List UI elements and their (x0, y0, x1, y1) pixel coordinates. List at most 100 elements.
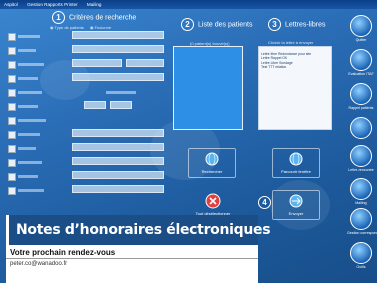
panel3-title-text: Lettres-libres (285, 21, 326, 29)
criteria-input[interactable] (72, 143, 164, 151)
document-icon (350, 117, 372, 139)
criteria-checkbox[interactable] (8, 33, 16, 41)
criteria-row (6, 100, 168, 114)
criteria-label (18, 35, 40, 38)
panel2-title-text: Liste des patients (198, 21, 253, 29)
browse-button[interactable]: Parcourir fenêtre (272, 148, 320, 178)
list-item[interactable] (177, 67, 239, 71)
criteria-checkbox[interactable] (8, 159, 16, 167)
criteria-input[interactable] (110, 101, 132, 109)
criteria-label (18, 77, 38, 80)
criteria-row (6, 170, 168, 184)
letter-item[interactable]: Test TTT relation (261, 65, 329, 69)
sidebar-item-correspondants[interactable]: Gestion correspondants (347, 208, 377, 235)
criteria-input[interactable] (72, 157, 164, 165)
send-button-label: Envoyer (288, 211, 304, 216)
appointment-title: Votre prochain rendez-vous (10, 248, 116, 257)
sidebar-label: Outils (356, 265, 366, 269)
sidebar-item-mailing[interactable]: Mailing (347, 178, 375, 205)
sidebar-label: Gestion correspondants (347, 231, 377, 235)
panel2-title: 2 Liste des patients (181, 18, 252, 31)
sidebar-item-quitter[interactable]: Quitter (347, 15, 375, 42)
criteria-row (6, 44, 168, 58)
criteria-label (18, 91, 42, 94)
sidebar-label: Rappel patients (348, 106, 374, 110)
deselect-icon[interactable] (205, 193, 221, 209)
menu-item-aspitol[interactable]: Aspitol (4, 2, 18, 7)
criteria-label (18, 49, 36, 52)
criteria-checkbox[interactable] (8, 103, 16, 111)
criteria-input[interactable] (126, 59, 164, 67)
divider (6, 258, 258, 259)
step-number: 3 (268, 18, 281, 31)
criteria-input[interactable] (72, 171, 164, 179)
evaluation-icon (350, 49, 372, 71)
criteria-input[interactable] (72, 185, 164, 193)
step-number: 4 (258, 196, 271, 209)
tools-icon (350, 242, 372, 264)
letter-list[interactable]: Lettre libre Redondance pour site Lettre… (258, 46, 332, 130)
appointment-box: Votre prochain rendez-vous peter.co@wana… (6, 245, 258, 283)
sidebar-label: Lettre-rencontre (348, 168, 374, 172)
step-number: 2 (181, 18, 194, 31)
criteria-checkbox[interactable] (8, 131, 16, 139)
criteria-checkbox[interactable] (8, 47, 16, 55)
criteria-row (6, 156, 168, 170)
send-button[interactable]: Envoyer (272, 190, 320, 220)
browse-button-label: Parcourir fenêtre (281, 169, 311, 174)
banner-text: Notes d’honoraires électroniques (16, 222, 271, 238)
criteria-checkbox[interactable] (8, 173, 16, 181)
sidebar-item-lettre[interactable]: Lettre-rencontre (347, 145, 375, 172)
sidebar-label: Quitter (355, 38, 367, 42)
menu-item-gestion[interactable]: Gestion Rapports Printer (27, 2, 78, 7)
patient-list[interactable] (173, 46, 243, 130)
application-window: Aspitol Gestion Rapports Printer Mailing… (0, 0, 377, 283)
sidebar-label: Mailing (355, 201, 367, 205)
appointment-email[interactable]: peter.co@wanadoo.fr (10, 261, 67, 267)
criteria-label (18, 119, 46, 122)
criteria-row (6, 86, 168, 100)
criteria-row (6, 58, 168, 72)
recall-icon (350, 83, 372, 105)
criteria-label (18, 133, 40, 136)
criteria-label (18, 105, 38, 108)
search-button-label: Rechercher (201, 169, 223, 174)
criteria-input[interactable] (72, 45, 164, 53)
criteria-checkbox[interactable] (8, 145, 16, 153)
sidebar-item-blank[interactable] (347, 117, 375, 140)
criteria-checkbox[interactable] (8, 61, 16, 69)
criteria-row (6, 30, 168, 44)
criteria-label (18, 175, 38, 178)
criteria-checkbox[interactable] (8, 75, 16, 83)
criteria-label (18, 161, 42, 164)
search-globe-icon (205, 152, 219, 166)
sidebar-item-outils[interactable]: Outils (347, 242, 375, 269)
browse-globe-icon (289, 152, 303, 166)
criteria-label (106, 91, 136, 94)
criteria-label (18, 147, 36, 150)
criteria-row (6, 72, 168, 86)
criteria-label (18, 189, 44, 192)
sidebar-item-evaluation[interactable]: Evaluation ITAF (347, 49, 375, 76)
sidebar-item-rappel[interactable]: Rappel patients (347, 83, 375, 110)
title-bar: Aspitol Gestion Rapports Printer Mailing (0, 0, 377, 9)
criteria-checkbox[interactable] (8, 117, 16, 125)
search-criteria-form (6, 16, 168, 211)
criteria-input[interactable] (72, 59, 122, 67)
send-icon (289, 194, 303, 208)
criteria-label (18, 63, 44, 66)
criteria-input[interactable] (72, 73, 164, 81)
mailing-icon (350, 178, 372, 200)
criteria-row (6, 184, 168, 198)
search-button[interactable]: Rechercher (188, 148, 236, 178)
criteria-row (6, 128, 168, 142)
menu-item-mailing[interactable]: Mailing (87, 2, 102, 7)
criteria-input[interactable] (72, 31, 164, 39)
criteria-input[interactable] (72, 129, 164, 137)
criteria-checkbox[interactable] (8, 187, 16, 195)
criteria-input[interactable] (84, 101, 106, 109)
title-banner: Notes d’honoraires électroniques (6, 215, 271, 245)
letter-icon (350, 145, 372, 167)
criteria-checkbox[interactable] (8, 89, 16, 97)
quit-icon (350, 15, 372, 37)
